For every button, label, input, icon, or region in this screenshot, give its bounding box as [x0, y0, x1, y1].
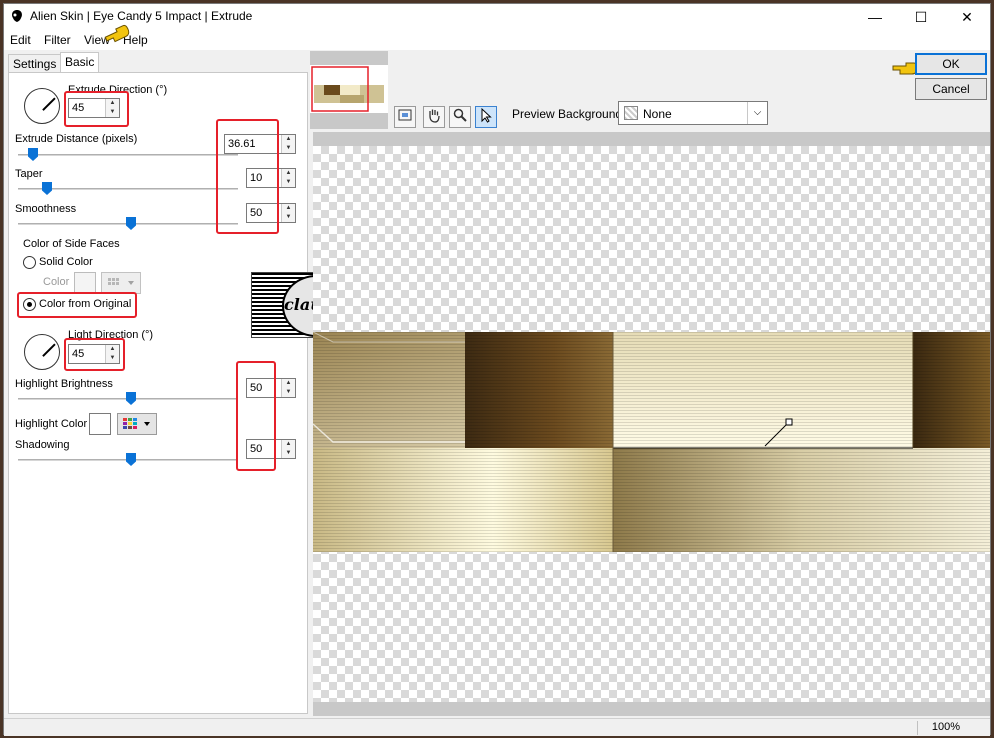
color-label: Color: [43, 276, 70, 288]
light-direction-dial[interactable]: [24, 334, 60, 370]
zoom-level: 100%: [931, 721, 960, 733]
select-tool-button[interactable]: [475, 106, 497, 128]
highlight-box: [216, 119, 279, 234]
smoothness-stepper[interactable]: ▲ ▼: [281, 204, 295, 222]
preview-background-value: None: [643, 107, 672, 121]
zoom-tool-button[interactable]: [449, 106, 471, 128]
title-bar: Alien Skin | Eye Candy 5 Impact | Extrud…: [4, 4, 990, 30]
highlight-box: [17, 292, 137, 318]
alien-skin-logo-icon: [12, 10, 22, 22]
pan-tool-button[interactable]: [423, 106, 445, 128]
taper-stepper[interactable]: ▲ ▼: [281, 169, 295, 187]
maximize-button[interactable]: ☐: [898, 4, 944, 30]
navigate-tool-button[interactable]: [394, 106, 416, 128]
menu-edit[interactable]: Edit: [10, 33, 31, 47]
side-face-palette-dropdown[interactable]: [101, 272, 141, 294]
status-bar: 100%: [4, 718, 990, 736]
extrude-distance-stepper[interactable]: ▲ ▼: [281, 135, 295, 153]
extrude-preview-image: [313, 331, 990, 552]
smoothness-label: Smoothness: [15, 203, 77, 215]
chevron-down-icon: ⌵: [747, 102, 767, 124]
close-button[interactable]: ✕: [944, 4, 990, 30]
navigator-thumbnail[interactable]: [310, 51, 388, 129]
palette-grid-icon: [123, 418, 150, 429]
minimize-button[interactable]: —: [852, 4, 898, 30]
solid-color-radio[interactable]: [23, 256, 36, 269]
highlight-brightness-stepper[interactable]: ▲ ▼: [281, 379, 295, 397]
transparency-icon: [624, 106, 638, 120]
light-direction-handle-knob[interactable]: [785, 418, 793, 426]
highlight-box: [236, 361, 276, 471]
magnifier-icon: [453, 108, 467, 122]
extrude-distance-slider[interactable]: [18, 154, 238, 156]
highlight-brightness-label: Highlight Brightness: [15, 378, 113, 390]
solid-color-label: Solid Color: [39, 256, 93, 268]
extrude-direction-dial[interactable]: [24, 88, 60, 124]
shadowing-label: Shadowing: [15, 439, 70, 451]
arrow-pointer-icon: [481, 107, 492, 123]
menu-filter[interactable]: Filter: [44, 33, 71, 47]
cancel-button[interactable]: Cancel: [915, 78, 987, 100]
ok-button[interactable]: OK: [915, 53, 987, 75]
preview-background-select[interactable]: None ⌵: [618, 101, 768, 125]
highlight-box: [64, 338, 125, 371]
tab-basic[interactable]: Basic: [60, 52, 100, 73]
highlight-color-label: Highlight Color: [15, 418, 88, 430]
taper-label: Taper: [15, 168, 43, 180]
preview-canvas[interactable]: [313, 132, 990, 716]
navigator-icon: [398, 109, 412, 121]
palette-grid-icon: [108, 278, 134, 285]
window-title: Alien Skin | Eye Candy 5 Impact | Extrud…: [30, 9, 253, 23]
highlight-color-palette-dropdown[interactable]: [117, 413, 157, 435]
shadowing-stepper[interactable]: ▲ ▼: [281, 440, 295, 458]
eye-candy-window: Alien Skin | Eye Candy 5 Impact | Extrud…: [3, 3, 991, 736]
highlight-color-swatch[interactable]: [89, 413, 111, 435]
hand-icon: [429, 109, 440, 123]
highlight-box: [64, 91, 129, 127]
menu-bar: Edit Filter View Help: [4, 24, 990, 50]
preview-background-label: Preview Background:: [512, 107, 626, 121]
extrude-distance-label: Extrude Distance (pixels): [15, 133, 138, 145]
side-face-color-swatch[interactable]: [74, 272, 96, 294]
side-faces-group-label: Color of Side Faces: [23, 238, 120, 250]
tab-settings[interactable]: Settings: [8, 54, 62, 72]
navigator-preview-image: [310, 65, 388, 113]
